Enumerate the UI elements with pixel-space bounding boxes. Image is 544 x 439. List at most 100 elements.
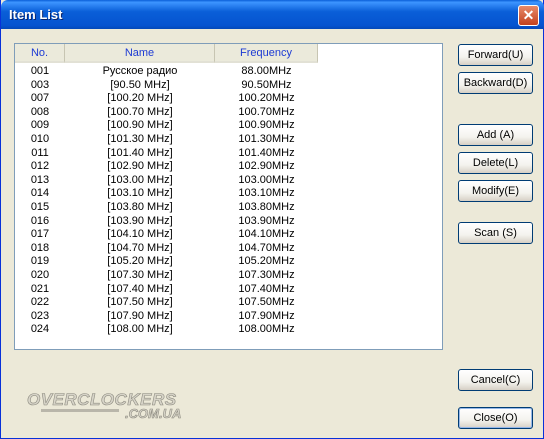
overclockers-watermark-logo: OVERCLOCKERS .COM.UA bbox=[27, 390, 182, 421]
item-name: [107.90 MHz] bbox=[107, 309, 173, 322]
item-name: [100.70 MHz] bbox=[107, 105, 173, 118]
add-button[interactable]: Add (A) bbox=[458, 124, 533, 146]
list-item[interactable]: 024 [108.00 MHz] 108.00MHz bbox=[15, 323, 318, 337]
item-frequency: 88.00MHz bbox=[241, 65, 292, 77]
item-number: 021 bbox=[30, 282, 50, 295]
item-name: [102.90 MHz] bbox=[107, 160, 173, 173]
list-item[interactable]: 020 [107.30 MHz] 107.30MHz bbox=[15, 269, 318, 283]
item-frequency: 103.80MHz bbox=[238, 200, 295, 213]
item-number: 018 bbox=[30, 241, 50, 254]
list-item[interactable]: 017 [104.10 MHz] 104.10MHz bbox=[15, 228, 318, 242]
list-rows: 001 Русское радио 88.00MHz 003 [90.50 MHz] 90… bbox=[15, 65, 318, 337]
list-item[interactable]: 021 [107.40 MHz] 107.40MHz bbox=[15, 283, 318, 297]
item-list[interactable]: No. Name Frequency 001 Русское радио 88.00… bbox=[14, 43, 443, 350]
list-item[interactable]: 015 [103.80 MHz] 103.80MHz bbox=[15, 201, 318, 215]
item-number: 001 bbox=[30, 65, 50, 77]
list-item[interactable]: 019 [105.20 MHz] 105.20MHz bbox=[15, 255, 318, 269]
item-frequency: 107.30MHz bbox=[238, 268, 295, 281]
list-item[interactable]: 003 [90.50 MHz] 90.50MHz bbox=[15, 79, 318, 93]
delete-button[interactable]: Delete(L) bbox=[458, 152, 533, 174]
item-number: 017 bbox=[30, 228, 50, 241]
item-frequency: 100.20MHz bbox=[238, 92, 295, 105]
item-frequency: 105.20MHz bbox=[238, 255, 295, 268]
list-item[interactable]: 007 [100.20 MHz] 100.20MHz bbox=[15, 92, 318, 106]
item-name: [104.10 MHz] bbox=[107, 228, 173, 241]
item-name: [104.70 MHz] bbox=[107, 241, 173, 254]
cancel-button[interactable]: Cancel(C) bbox=[458, 369, 533, 391]
item-number: 024 bbox=[30, 323, 50, 336]
list-item[interactable]: 008 [100.70 MHz] 100.70MHz bbox=[15, 106, 318, 120]
list-item[interactable]: 009 [100.90 MHz] 100.90MHz bbox=[15, 119, 318, 133]
list-header: No. Name Frequency bbox=[15, 44, 318, 63]
item-frequency: 103.90MHz bbox=[238, 214, 295, 227]
item-frequency: 107.40MHz bbox=[238, 282, 295, 295]
item-name: [103.10 MHz] bbox=[107, 187, 173, 200]
item-name: [105.20 MHz] bbox=[107, 255, 173, 268]
item-name: [101.30 MHz] bbox=[107, 132, 173, 145]
column-header-frequency[interactable]: Frequency bbox=[215, 44, 318, 63]
item-frequency: 101.40MHz bbox=[238, 146, 295, 159]
column-header-no[interactable]: No. bbox=[15, 44, 65, 63]
item-number: 012 bbox=[30, 160, 50, 173]
item-frequency: 104.70MHz bbox=[238, 241, 295, 254]
item-name: [103.90 MHz] bbox=[107, 214, 173, 227]
list-item[interactable]: 011 [101.40 MHz] 101.40MHz bbox=[15, 147, 318, 161]
list-item[interactable]: 022 [107.50 MHz] 107.50MHz bbox=[15, 296, 318, 310]
svg-text:.COM.UA: .COM.UA bbox=[125, 406, 181, 421]
list-item[interactable]: 018 [104.70 MHz] 104.70MHz bbox=[15, 242, 318, 256]
item-number: 022 bbox=[30, 296, 50, 309]
column-header-name[interactable]: Name bbox=[65, 44, 215, 63]
item-frequency: 101.30MHz bbox=[238, 132, 295, 145]
item-frequency: 108.00MHz bbox=[238, 323, 295, 336]
scan-button[interactable]: Scan (S) bbox=[458, 222, 533, 244]
item-frequency: 90.50MHz bbox=[241, 78, 292, 91]
backward-button[interactable]: Backward(D) bbox=[458, 72, 533, 94]
item-frequency: 107.50MHz bbox=[238, 296, 295, 309]
item-number: 015 bbox=[30, 200, 50, 213]
list-item[interactable]: 016 [103.90 MHz] 103.90MHz bbox=[15, 215, 318, 229]
item-frequency: 100.70MHz bbox=[238, 105, 295, 118]
item-number: 023 bbox=[30, 309, 50, 322]
item-name: [103.80 MHz] bbox=[107, 200, 173, 213]
close-button[interactable]: Close(O) bbox=[458, 407, 533, 429]
item-list-dialog: Item List ✕ No. Name Frequency 001 Русско… bbox=[0, 0, 544, 439]
item-number: 011 bbox=[31, 146, 49, 159]
close-icon[interactable]: ✕ bbox=[518, 5, 539, 26]
item-number: 007 bbox=[30, 92, 50, 105]
window-title: Item List bbox=[9, 7, 63, 22]
item-name: [107.50 MHz] bbox=[107, 296, 173, 309]
item-number: 020 bbox=[30, 268, 50, 281]
item-name: [100.20 MHz] bbox=[107, 92, 173, 105]
item-name: [108.00 MHz] bbox=[107, 323, 173, 336]
item-name: [90.50 MHz] bbox=[110, 78, 170, 91]
item-name: [107.30 MHz] bbox=[107, 268, 173, 281]
item-number: 008 bbox=[30, 105, 50, 118]
title-bar[interactable]: Item List ✕ bbox=[1, 0, 544, 29]
item-name: [103.00 MHz] bbox=[107, 173, 173, 186]
item-name: [100.90 MHz] bbox=[107, 119, 173, 132]
item-frequency: 100.90MHz bbox=[238, 119, 295, 132]
list-item[interactable]: 023 [107.90 MHz] 107.90MHz bbox=[15, 310, 318, 324]
item-number: 003 bbox=[30, 78, 50, 91]
item-number: 019 bbox=[30, 255, 50, 268]
item-frequency: 103.00MHz bbox=[238, 173, 295, 186]
list-item[interactable]: 001 Русское радио 88.00MHz bbox=[15, 65, 318, 79]
list-item[interactable]: 013 [103.00 MHz] 103.00MHz bbox=[15, 174, 318, 188]
item-name: Русское радио bbox=[102, 65, 178, 77]
item-number: 014 bbox=[30, 187, 50, 200]
item-name: [101.40 MHz] bbox=[107, 146, 173, 159]
item-number: 009 bbox=[30, 119, 50, 132]
list-item[interactable]: 014 [103.10 MHz] 103.10MHz bbox=[15, 187, 318, 201]
forward-button[interactable]: Forward(U) bbox=[458, 44, 533, 66]
item-frequency: 107.90MHz bbox=[238, 309, 295, 322]
modify-button[interactable]: Modify(E) bbox=[458, 180, 533, 202]
item-number: 013 bbox=[30, 173, 50, 186]
item-name: [107.40 MHz] bbox=[107, 282, 173, 295]
list-item[interactable]: 012 [102.90 MHz] 102.90MHz bbox=[15, 160, 318, 174]
item-frequency: 104.10MHz bbox=[238, 228, 295, 241]
item-number: 010 bbox=[30, 132, 50, 145]
item-frequency: 102.90MHz bbox=[238, 160, 295, 173]
item-number: 016 bbox=[30, 214, 50, 227]
list-item[interactable]: 010 [101.30 MHz] 101.30MHz bbox=[15, 133, 318, 147]
item-frequency: 103.10MHz bbox=[238, 187, 295, 200]
